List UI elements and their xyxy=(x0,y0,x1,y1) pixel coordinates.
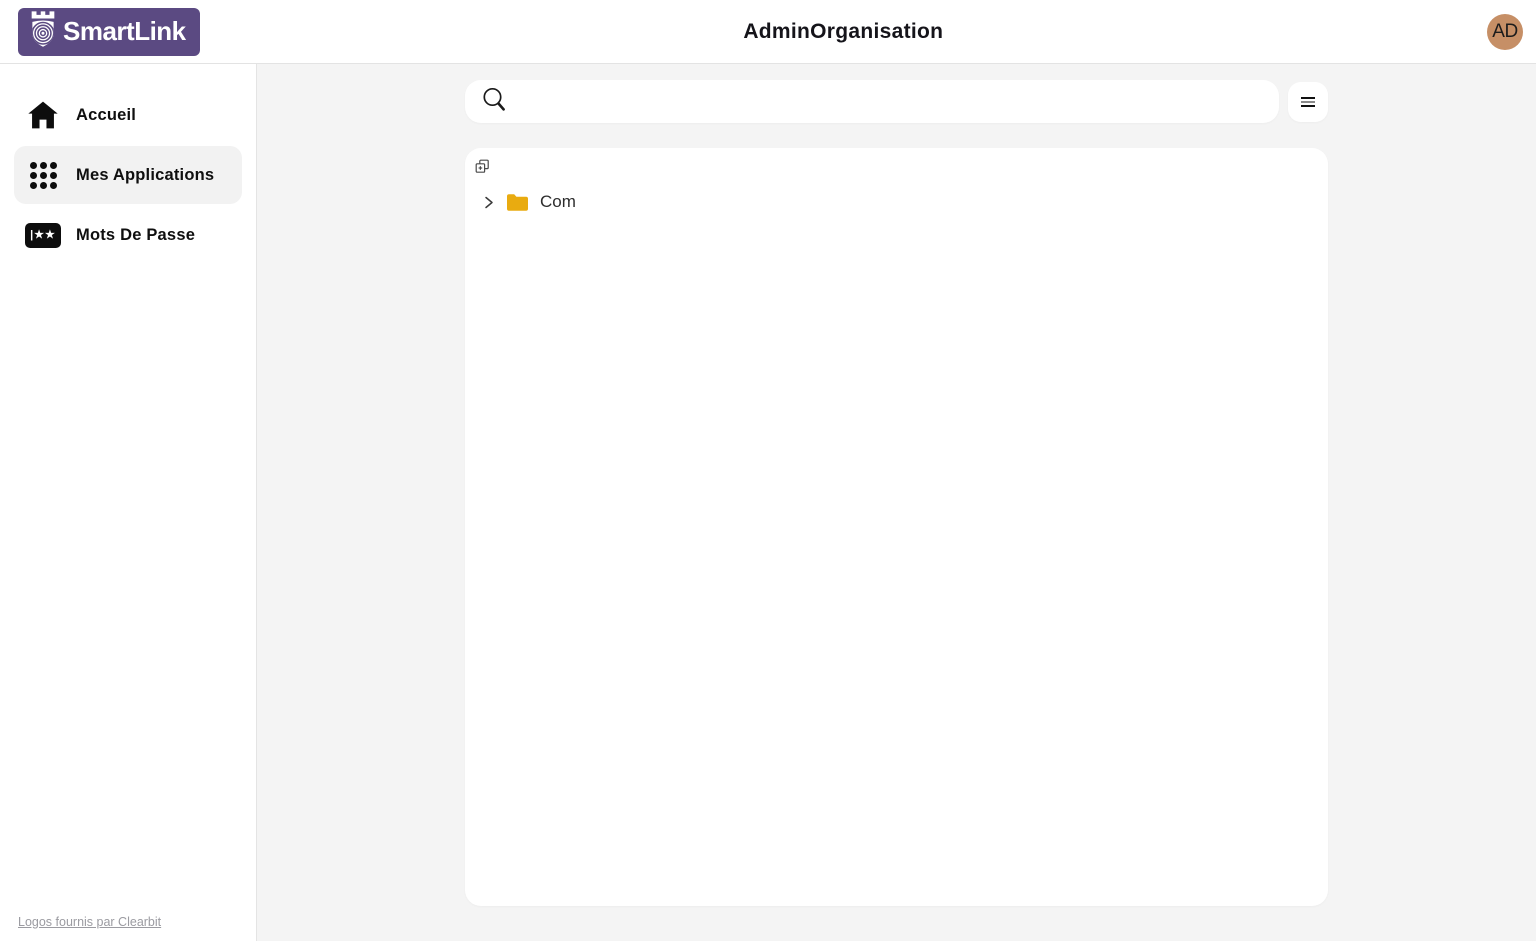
sidebar-item-label: Mes Applications xyxy=(76,166,214,185)
folder-icon xyxy=(506,193,529,212)
apps-grid-icon xyxy=(24,162,62,189)
sidebar-item-label: Mots De Passe xyxy=(76,226,195,245)
shield-fingerprint-icon xyxy=(26,9,60,54)
tree-node-label: Com xyxy=(540,192,576,212)
chevron-right-icon[interactable] xyxy=(480,194,497,211)
sidebar-item-mots-de-passe[interactable]: |★★ Mots De Passe xyxy=(14,206,242,264)
user-avatar[interactable]: AD xyxy=(1487,14,1523,50)
hamburger-icon xyxy=(1301,97,1315,107)
avatar-initials: AD xyxy=(1492,21,1517,43)
sidebar-item-accueil[interactable]: Accueil xyxy=(14,86,242,144)
page-title: AdminOrganisation xyxy=(200,20,1487,44)
view-options-button[interactable] xyxy=(1288,82,1328,122)
logo-text: SmartLink xyxy=(63,16,186,47)
sidebar-item-label: Accueil xyxy=(76,106,136,125)
main-content: Com xyxy=(257,64,1536,941)
password-icon: |★★ xyxy=(24,223,62,248)
smartlink-logo[interactable]: SmartLink xyxy=(18,8,200,56)
sidebar-item-mes-applications[interactable]: Mes Applications xyxy=(14,146,242,204)
tree-node-com[interactable]: Com xyxy=(475,192,1318,212)
expand-all-icon xyxy=(475,159,490,177)
search-bar[interactable] xyxy=(465,80,1279,123)
home-icon xyxy=(24,100,62,130)
search-input[interactable] xyxy=(522,92,1265,112)
sidebar: Accueil Mes Applications |★★ Mots De Pas… xyxy=(0,64,257,941)
clearbit-attribution-link[interactable]: Logos fournis par Clearbit xyxy=(18,915,161,929)
search-row xyxy=(465,80,1328,123)
expand-all-button[interactable] xyxy=(475,157,497,179)
app-header: SmartLink AdminOrganisation AD xyxy=(0,0,1536,64)
search-icon xyxy=(481,86,508,118)
applications-tree-panel: Com xyxy=(465,148,1328,906)
